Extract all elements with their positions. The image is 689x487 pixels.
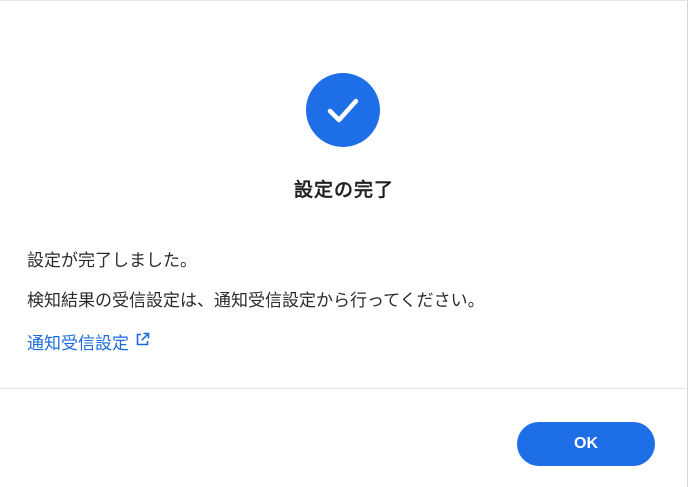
notification-settings-link-label: 通知受信設定 <box>27 334 129 354</box>
message-line-2: 検知結果の受信設定は、通知受信設定から行ってください。 <box>27 291 485 311</box>
check-circle-icon <box>306 73 380 147</box>
message-line-1: 設定が完了しました。 <box>27 251 197 271</box>
footer-divider <box>0 388 688 389</box>
dialog-title: 設定の完了 <box>293 179 394 201</box>
notification-settings-link[interactable]: 通知受信設定 <box>27 329 150 354</box>
completion-dialog: 設定の完了 設定が完了しました。 検知結果の受信設定は、通知受信設定から行ってく… <box>0 0 688 487</box>
external-link-icon <box>135 332 150 352</box>
ok-button[interactable]: OK <box>517 422 655 466</box>
